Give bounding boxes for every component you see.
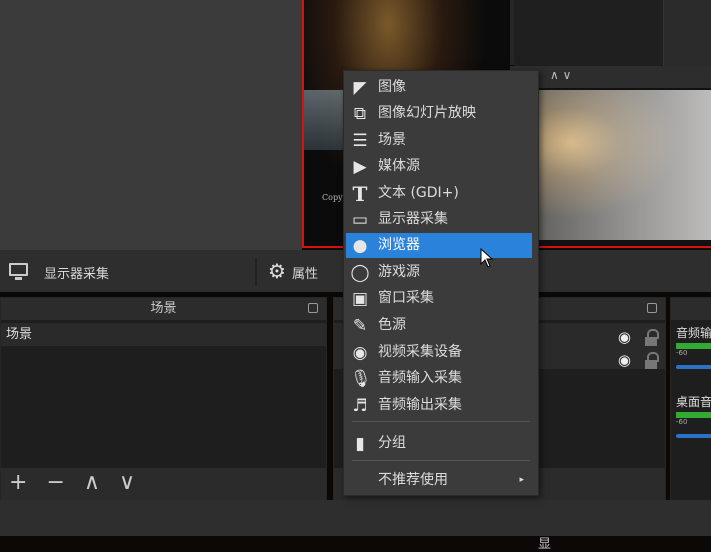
menu-item-deprecated[interactable]: 不推荐使用 ▸ [346, 468, 532, 493]
slideshow-icon: ⧉ [353, 104, 367, 124]
menu-item-label: 浏览器 [378, 237, 420, 253]
scenes-header: 场景 [1, 298, 326, 320]
gear-icon[interactable]: ⚙ [268, 259, 286, 283]
menu-item-audio-output[interactable]: ♬ 音频输出采集 [346, 393, 532, 418]
add-scene-button[interactable]: + [9, 470, 27, 495]
monitor-icon [9, 263, 28, 276]
menu-item-label: 显示器采集 [378, 211, 448, 227]
empty-area [0, 0, 302, 250]
menu-item-color-source[interactable]: ✎ 色源 [346, 313, 532, 338]
menu-item-text[interactable]: T 文本 (GDI+) [346, 181, 532, 206]
mixer-track-label: 桌面音 [676, 395, 711, 409]
speaker-icon: ♬ [352, 396, 368, 416]
menu-item-label: 图像幻灯片放映 [378, 105, 476, 121]
menu-item-label: 音频输出采集 [378, 397, 462, 413]
text-icon: T [352, 182, 368, 206]
menu-separator [352, 460, 530, 461]
menu-item-label: 音频输入采集 [378, 370, 462, 386]
eye-icon[interactable]: ◉ [618, 349, 631, 372]
menu-item-label: 色源 [378, 317, 406, 333]
move-scene-up-button[interactable]: ∧ [84, 470, 100, 495]
menu-item-scene[interactable]: ☰ 场景 [346, 128, 532, 153]
audio-mixer-panel: 音频输 -60 桌面音 -60 [670, 297, 711, 501]
nested-bar [510, 66, 711, 88]
camera-icon: ◉ [352, 343, 368, 363]
volume-slider[interactable] [676, 365, 711, 369]
menu-item-label: 分组 [378, 435, 406, 451]
gamepad-icon: ◯ [350, 263, 370, 283]
add-source-context-menu: ◤ 图像 ⧉ 图像幻灯片放映 ☰ 场景 ▶ 媒体源 T 文本 (GDI+) ▭ 显示器采集 … [343, 70, 539, 496]
menu-item-group[interactable]: ▮ 分组 [346, 431, 532, 456]
mixer-track-label: 音频输 [676, 326, 711, 340]
properties-button[interactable]: 属性 [292, 263, 318, 282]
divider [255, 258, 257, 286]
remove-scene-button[interactable]: − [46, 470, 64, 495]
image-icon: ◤ [353, 78, 367, 98]
meter-scale: -60 [676, 349, 688, 357]
scenes-title: 场景 [150, 301, 177, 316]
mixer-header [671, 298, 711, 320]
menu-item-label: 图像 [378, 79, 406, 95]
menu-item-slideshow[interactable]: ⧉ 图像幻灯片放映 [346, 101, 532, 126]
folder-icon: ▮ [355, 434, 365, 454]
volume-slider[interactable] [676, 434, 711, 438]
nested-panel [514, 0, 664, 66]
list-icon: ☰ [352, 131, 368, 151]
monitor-stand [15, 277, 22, 280]
microphone-icon: 🎙 [350, 369, 372, 389]
scene-item[interactable]: 场景 [1, 323, 326, 346]
globe-icon: ● [352, 236, 368, 256]
play-icon: ▶ [353, 157, 367, 177]
menu-item-media-source[interactable]: ▶ 媒体源 [346, 154, 532, 179]
nested-chevrons: ∧ ∨ [550, 68, 572, 82]
menu-item-label: 窗口采集 [378, 290, 434, 306]
window-icon: ▣ [351, 289, 369, 309]
menu-item-audio-input[interactable]: 🎙 音频输入采集 [346, 366, 532, 391]
brush-icon: ✎ [352, 316, 368, 336]
undock-icon[interactable] [647, 303, 657, 313]
menu-item-label: 不推荐使用 [378, 472, 448, 488]
undock-icon[interactable] [308, 303, 318, 313]
submenu-arrow-icon: ▸ [519, 475, 524, 485]
monitor-icon: ▭ [351, 210, 369, 230]
menu-item-label: 媒体源 [378, 158, 420, 174]
menu-item-window-capture[interactable]: ▣ 窗口采集 [346, 286, 532, 311]
menu-item-game-capture[interactable]: ◯ 游戏源 [346, 260, 532, 285]
menu-item-image[interactable]: ◤ 图像 [346, 75, 532, 100]
scene-controls: + − ∧ ∨ [1, 468, 326, 500]
mouse-cursor-icon [480, 248, 494, 268]
menu-separator [352, 421, 530, 422]
meter-scale: -60 [676, 418, 688, 426]
menu-item-label: 场景 [378, 132, 406, 148]
watermark-text: Copy [322, 193, 343, 202]
bottom-bar [0, 500, 711, 536]
menu-item-label: 视频采集设备 [378, 344, 462, 360]
move-scene-down-button[interactable]: ∨ [119, 470, 135, 495]
scene-label: 场景 [6, 327, 33, 342]
menu-item-label: 游戏源 [378, 264, 420, 280]
menu-item-video-capture[interactable]: ◉ 视频采集设备 [346, 340, 532, 365]
selected-source-name: 显示器采集 [44, 267, 110, 282]
scenes-panel: 场景 场景 + − ∧ ∨ [0, 297, 327, 501]
nested-image [510, 90, 711, 240]
menu-item-display-capture[interactable]: ▭ 显示器采集 [346, 207, 532, 232]
menu-item-browser[interactable]: ● 浏览器 [346, 233, 532, 258]
menu-item-label: 文本 (GDI+) [378, 185, 459, 201]
lock-icon[interactable] [645, 326, 659, 346]
lock-icon[interactable] [645, 349, 659, 369]
